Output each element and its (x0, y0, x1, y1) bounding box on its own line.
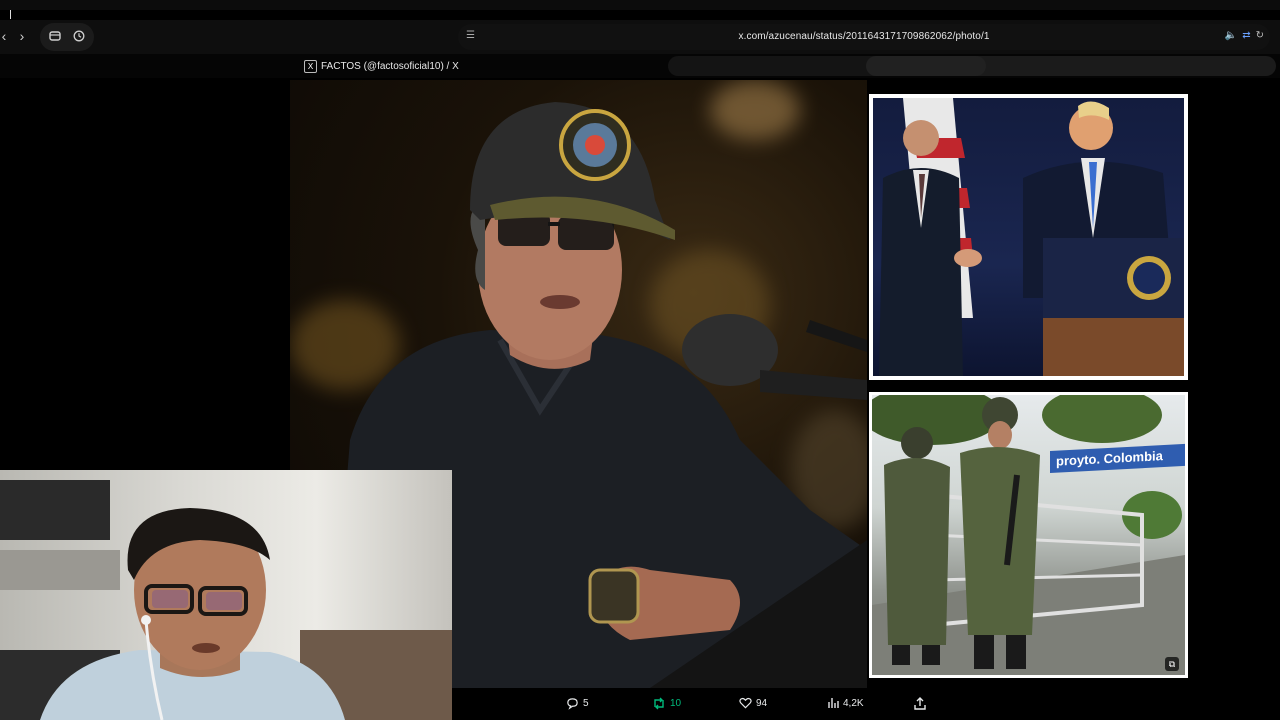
webcam-overlay (0, 470, 452, 720)
repost-icon (654, 697, 664, 710)
repost-button[interactable]: 10 (652, 697, 681, 710)
reply-icon (567, 698, 578, 710)
collage-photo-soldiers[interactable]: proyto. Colombia ⧉ (869, 392, 1188, 678)
share-icon (914, 697, 926, 710)
streamer-illustration (0, 480, 452, 720)
collage-photo-handshake[interactable] (869, 94, 1188, 380)
image-alt-icon[interactable]: ⧉ (1165, 657, 1179, 671)
reply-count: 5 (583, 698, 589, 709)
screen: ‹ › ☰ x.com/azucenau/status/201164317170… (0, 0, 1280, 720)
chevron-left-icon: ‹ (1, 28, 7, 44)
like-count: 94 (756, 697, 768, 709)
translate-icon[interactable]: ⇄ (1242, 30, 1250, 41)
history-button[interactable] (67, 24, 91, 48)
heart-icon (739, 697, 752, 709)
tabs-icon (49, 31, 61, 41)
reply-button[interactable]: 5 (566, 697, 589, 710)
address-bar[interactable]: ☰ x.com/azucenau/status/2011643171709862… (458, 24, 1270, 50)
tab-overview-button[interactable] (43, 24, 67, 48)
address-url[interactable]: x.com/azucenau/status/201164317170986206… (458, 31, 1270, 42)
views-count: 4,2K (843, 697, 864, 709)
repost-count: 10 (670, 698, 682, 709)
forward-button[interactable]: › (10, 24, 34, 48)
browser-toolbar: ‹ › ☰ x.com/azucenau/status/201164317170… (0, 20, 1280, 54)
share-button[interactable] (914, 697, 926, 710)
x-logo-icon: X (304, 60, 317, 73)
audio-icon[interactable]: 🔈 (1225, 30, 1237, 41)
collage-photo-soldiers-content: proyto. Colombia ⧉ (872, 395, 1185, 675)
reload-icon[interactable]: ↻ (1256, 30, 1264, 41)
like-button[interactable]: 94 (739, 697, 767, 709)
soldiers-illustration (872, 395, 1185, 675)
tab-strip: X FACTOS (@factosoficial10) / X (0, 54, 1280, 78)
collage-photo-handshake-content (873, 98, 1184, 376)
text-caret (10, 10, 11, 19)
tab-title-text: FACTOS (@factosoficial10) / X (321, 61, 459, 72)
analytics-icon (828, 698, 839, 708)
active-tab[interactable]: X FACTOS (@factosoficial10) / X (304, 60, 459, 73)
post-action-bar: 5 10 94 4,2K (452, 690, 1280, 720)
handshake-illustration (879, 98, 1184, 376)
window-top-strip (0, 0, 1280, 19)
address-bar-actions: 🔈 ⇄ ↻ (1225, 30, 1264, 41)
views-button[interactable]: 4,2K (827, 697, 864, 709)
chevron-right-icon: › (19, 28, 25, 44)
tab-placeholder[interactable] (866, 56, 1276, 76)
clock-icon (73, 30, 85, 42)
